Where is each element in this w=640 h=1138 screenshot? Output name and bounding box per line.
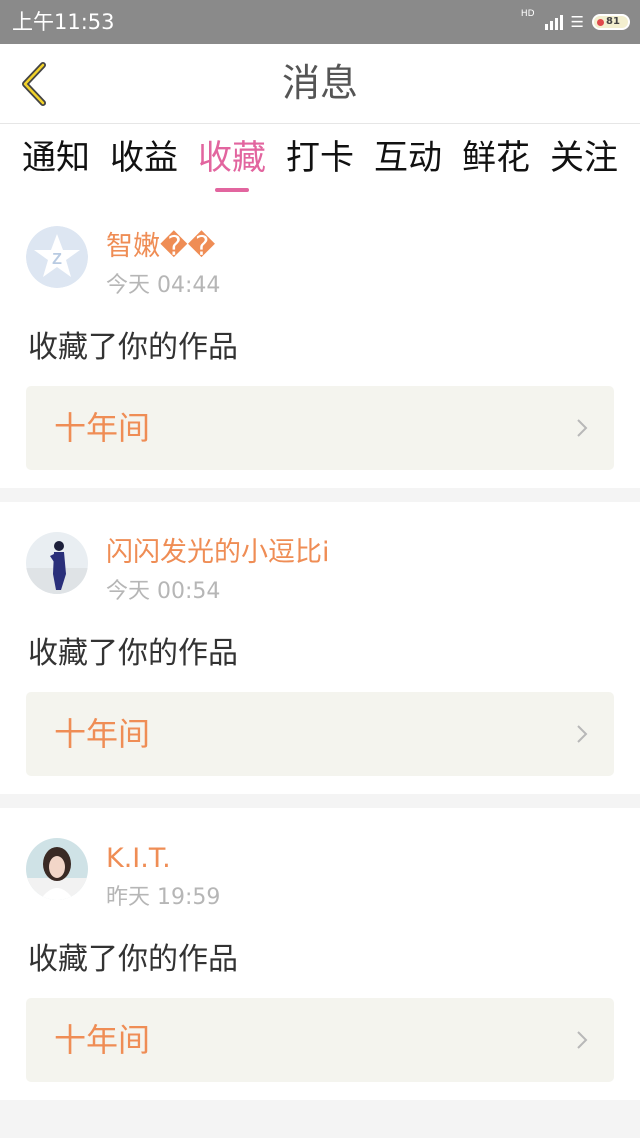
notification-list: Z 智嫩�� 今天 04:44 收藏了你的作品 十年间 闪闪发光的小逗比i 今天… xyxy=(0,196,640,1100)
tab-earnings[interactable]: 收益 xyxy=(110,124,178,196)
chevron-right-icon xyxy=(577,725,588,743)
battery-level: 81 xyxy=(606,16,620,27)
status-icons: HD ☰ 81 xyxy=(521,10,630,34)
user-name[interactable]: 智嫩�� xyxy=(106,230,215,264)
avatar[interactable]: Z xyxy=(26,226,88,288)
user-name[interactable]: 闪闪发光的小逗比i xyxy=(106,536,330,570)
avatar[interactable] xyxy=(26,532,88,594)
chevron-right-icon xyxy=(577,419,588,437)
notification-card: K.I.T. 昨天 19:59 收藏了你的作品 十年间 xyxy=(0,808,640,1100)
work-title: 十年间 xyxy=(54,1021,151,1059)
action-text: 收藏了你的作品 xyxy=(28,942,238,977)
tab-interaction[interactable]: 互动 xyxy=(374,124,442,196)
status-time: 上午11:53 xyxy=(12,10,115,34)
tab-checkin[interactable]: 打卡 xyxy=(286,124,354,196)
timestamp: 今天 04:44 xyxy=(106,273,221,298)
tab-favorites[interactable]: 收藏 xyxy=(198,124,266,196)
chevron-right-icon xyxy=(577,1031,588,1049)
notification-card: Z 智嫩�� 今天 04:44 收藏了你的作品 十年间 xyxy=(0,196,640,488)
work-link[interactable]: 十年间 xyxy=(26,692,614,776)
page-title: 消息 xyxy=(281,61,358,105)
notification-card: 闪闪发光的小逗比i 今天 00:54 收藏了你的作品 十年间 xyxy=(0,502,640,794)
user-name[interactable]: K.I.T. xyxy=(106,842,171,876)
avatar[interactable] xyxy=(26,838,88,900)
timestamp: 昨天 19:59 xyxy=(106,885,221,910)
photo-avatar xyxy=(26,838,88,900)
work-link[interactable]: 十年间 xyxy=(26,998,614,1082)
tab-flowers[interactable]: 鲜花 xyxy=(462,124,530,196)
tab-bar: 通知 收益 收藏 打卡 互动 鲜花 关注 xyxy=(0,124,640,196)
work-link[interactable]: 十年间 xyxy=(26,386,614,470)
timestamp: 今天 00:54 xyxy=(106,579,221,604)
battery-icon: 81 xyxy=(592,14,630,30)
wifi-icon: ☰ xyxy=(570,13,584,31)
header: 消息 xyxy=(0,44,640,124)
signal-icon xyxy=(544,14,563,30)
photo-avatar xyxy=(26,532,88,594)
tab-notify[interactable]: 通知 xyxy=(22,124,90,196)
hd-indicator: HD xyxy=(520,9,535,19)
tab-follow[interactable]: 关注 xyxy=(550,124,618,196)
action-text: 收藏了你的作品 xyxy=(28,330,238,365)
qzone-star-icon: Z xyxy=(26,226,88,288)
work-title: 十年间 xyxy=(54,715,151,753)
status-bar: 上午11:53 HD ☰ 81 xyxy=(0,0,640,44)
svg-text:Z: Z xyxy=(52,251,62,268)
work-title: 十年间 xyxy=(54,409,151,447)
action-text: 收藏了你的作品 xyxy=(28,636,238,671)
